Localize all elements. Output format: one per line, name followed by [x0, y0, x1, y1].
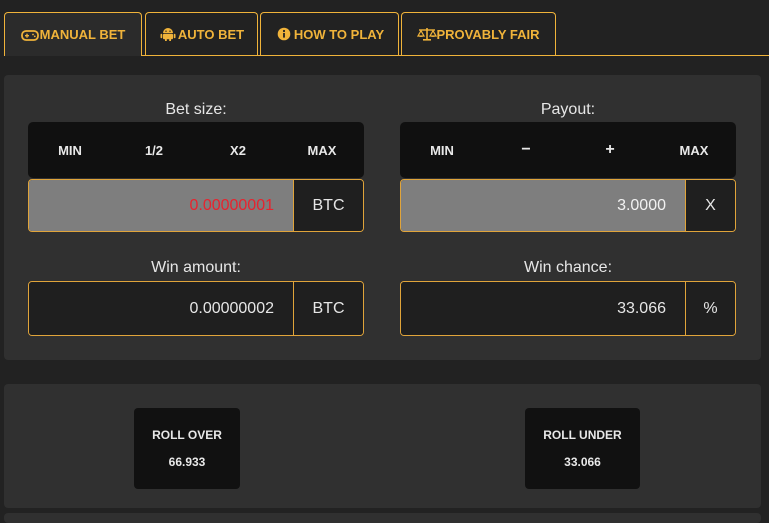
win-amount-value: 0.00000002	[29, 282, 293, 335]
roll-under-value: 33.066	[564, 455, 601, 469]
win-chance-title: Win chance:	[523, 259, 613, 276]
bet-max-button[interactable]: MAX	[280, 122, 364, 178]
bet-size-field: 0.00000001 BTC	[28, 179, 364, 232]
tab-how-to-play[interactable]: HOW TO PLAY	[260, 12, 399, 55]
win-amount-field: 0.00000002 BTC	[28, 281, 364, 336]
roll-over-value: 66.933	[168, 455, 206, 469]
win-amount-title: Win amount:	[151, 259, 241, 276]
payout-min-button[interactable]: MIN	[400, 122, 484, 178]
payout-field: 3.0000 X	[400, 179, 736, 232]
tab-provably-fair[interactable]: PROVABLY FAIR	[401, 12, 556, 55]
payout-input[interactable]: 3.0000	[401, 180, 685, 231]
bet-size-unit: BTC	[293, 180, 363, 231]
payout-max-button[interactable]: MAX	[652, 122, 736, 178]
bet-min-button[interactable]: MIN	[28, 122, 112, 178]
tab-auto-bet[interactable]: AUTO BET	[145, 12, 258, 55]
roll-under-label: ROLL UNDER	[543, 428, 622, 442]
win-chance-field: 33.066 %	[400, 281, 736, 336]
roll-under-button[interactable]: ROLL UNDER 33.066	[525, 408, 640, 489]
win-chance-unit: %	[685, 282, 735, 335]
scale-icon	[417, 27, 438, 41]
bet-size-input[interactable]: 0.00000001	[29, 180, 293, 231]
tab-label: AUTO BET	[177, 26, 245, 42]
bet-size-quick-buttons: MIN 1/2 X2 MAX	[28, 122, 364, 178]
win-chance-input[interactable]: 33.066	[401, 282, 685, 335]
payout-increase-button[interactable]: +	[568, 122, 652, 178]
bet-size-title: Bet size:	[165, 101, 227, 118]
payout-quick-buttons: MIN − + MAX	[400, 122, 736, 178]
info-icon	[275, 27, 293, 41]
footer-panel	[4, 513, 761, 523]
payout-decrease-button[interactable]: −	[484, 122, 568, 178]
payout-title: Payout:	[540, 101, 596, 118]
roll-panel	[4, 384, 761, 508]
roll-over-label: ROLL OVER	[152, 428, 222, 442]
bet-double-button[interactable]: X2	[196, 122, 280, 178]
bet-tabs: MANUAL BET AUTO BET HOW TO PLAY PROVABLY…	[4, 6, 769, 56]
tab-manual-bet[interactable]: MANUAL BET	[4, 12, 142, 56]
tab-label: PROVABLY FAIR	[436, 26, 540, 42]
gamepad-icon	[20, 28, 39, 42]
tab-label: HOW TO PLAY	[293, 26, 385, 42]
bet-half-button[interactable]: 1/2	[112, 122, 196, 178]
win-amount-unit: BTC	[293, 282, 363, 335]
roll-over-button[interactable]: ROLL OVER 66.933	[134, 408, 240, 489]
tab-label: MANUAL BET	[39, 27, 126, 42]
android-icon	[159, 27, 177, 41]
payout-unit: X	[685, 180, 735, 231]
